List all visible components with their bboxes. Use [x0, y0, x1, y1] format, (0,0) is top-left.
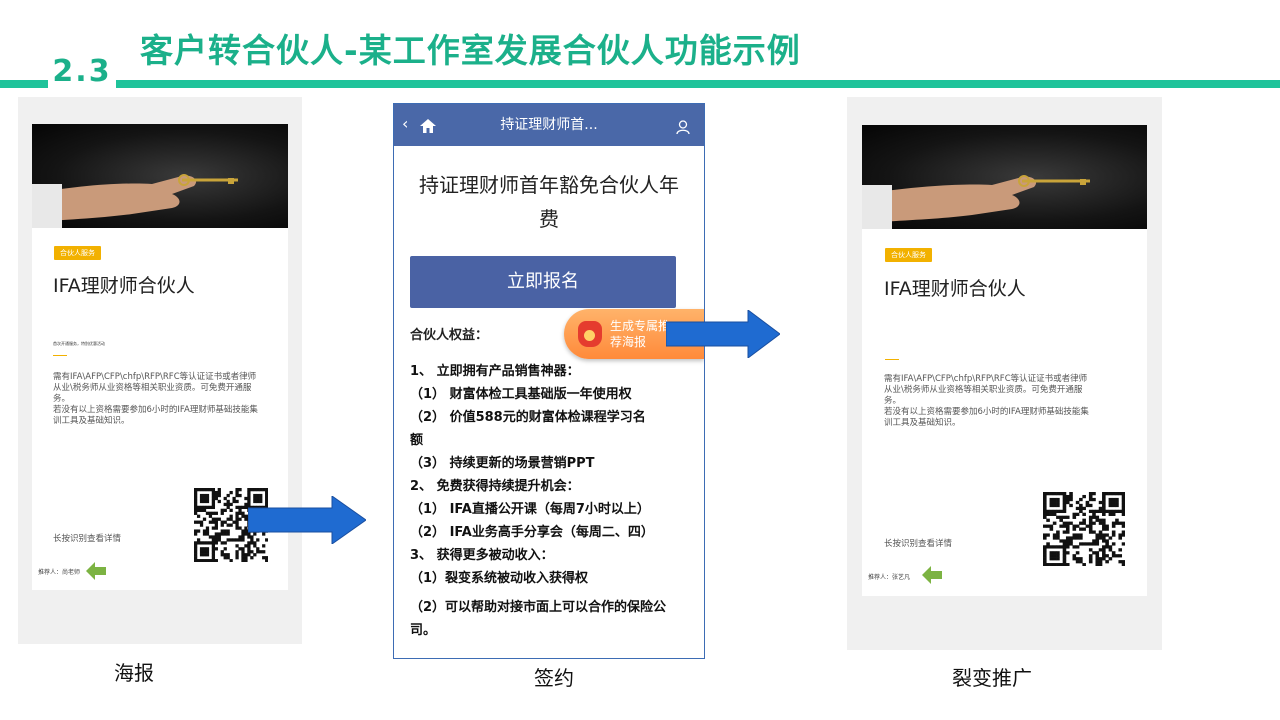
referrer: 推荐人：尚老师 — [38, 569, 81, 576]
list-item: 额 — [410, 433, 424, 448]
document-title: 持证理财师首年豁免合伙人年费 — [419, 173, 679, 231]
money-bag-icon — [578, 321, 602, 347]
card-title: IFA理财师合伙人 — [884, 278, 1026, 300]
slide-title: 客户转合伙人-某工作室发展合伙人功能示例 — [140, 31, 801, 70]
caption-referral: 裂变推广 — [952, 666, 1032, 690]
list-item: 1、 立即拥有产品销售神器： — [410, 364, 580, 379]
referrer: 推荐人：张艺凡 — [868, 574, 911, 581]
long-press-hint: 长按识别查看详情 — [884, 539, 953, 549]
list-item: （3） 持续更新的场景营销PPT — [410, 456, 595, 471]
qr-icon — [1043, 492, 1126, 567]
back-arrow-icon — [86, 562, 106, 580]
benefits-title: 合伙人权益： — [410, 328, 489, 343]
caption-signup: 签约 — [534, 666, 574, 690]
nav-title: 持证理财师首... — [500, 117, 598, 133]
hero-image — [32, 124, 288, 228]
list-item: 3、 获得更多被动收入： — [410, 548, 554, 563]
list-item: （1）裂变系统被动收入获得权 — [410, 571, 589, 586]
signup-button[interactable]: 立即报名 — [410, 256, 676, 308]
service-tag: 合伙人服务 — [54, 246, 101, 260]
flow-arrow-2 — [666, 310, 780, 358]
divider — [885, 359, 899, 360]
flow-arrow-1 — [248, 496, 366, 544]
signup-phone: ‹ 持证理财师首... 持证理财师首年豁免合伙人年费 立即报名 合伙人权益： 1… — [393, 103, 705, 659]
list-item: 司。 — [410, 623, 437, 638]
long-press-hint: 长按识别查看详情 — [53, 534, 122, 544]
list-item: 2、 免费获得持续提升机会： — [410, 479, 580, 494]
back-arrow-icon — [922, 566, 942, 584]
list-item: （2） 价值588元的财富体检课程学习名 — [410, 410, 646, 425]
list-item: （1） IFA直播公开课（每周7小时以上） — [410, 502, 650, 517]
poster-card-right: 合伙人服务 IFA理财师合伙人 需有IFA\AFP\CFP\chfp\RFP\R… — [862, 125, 1147, 596]
hand-with-key-image — [32, 174, 238, 228]
header-accent-line — [0, 80, 1280, 88]
user-icon[interactable] — [676, 120, 690, 134]
benefits-list: 1、 立即拥有产品销售神器： （1） 财富体检工具基础版一年使用权 （2） 价值… — [410, 360, 695, 642]
hand-with-key-image — [862, 175, 1090, 229]
description: 需有IFA\AFP\CFP\chfp\RFP\RFC等认证证书或者律师 从业\税… — [53, 372, 258, 426]
qr-code-right[interactable] — [1043, 492, 1126, 567]
caption-poster: 海报 — [114, 661, 154, 685]
nav-bar: ‹ 持证理财师首... — [394, 104, 704, 146]
list-item: （1） 财富体检工具基础版一年使用权 — [410, 387, 632, 402]
service-tag: 合伙人服务 — [885, 248, 932, 262]
hero-image — [862, 125, 1147, 229]
list-item: （2） IFA业务高手分享会（每周二、四） — [410, 525, 654, 540]
list-item: （2）可以帮助对接市面上可以合作的保险公 — [410, 600, 667, 615]
card-title: IFA理财师合伙人 — [53, 275, 195, 297]
section-number: 2.3 — [48, 48, 116, 96]
divider — [53, 355, 67, 356]
description: 需有IFA\AFP\CFP\chfp\RFP\RFC等认证证书或者律师 从业\税… — [884, 374, 1089, 428]
generate-poster-label: 生成专属推荐海报 — [610, 319, 671, 349]
offer-line: 首次开通服务，特别优惠活动 — [53, 341, 105, 346]
